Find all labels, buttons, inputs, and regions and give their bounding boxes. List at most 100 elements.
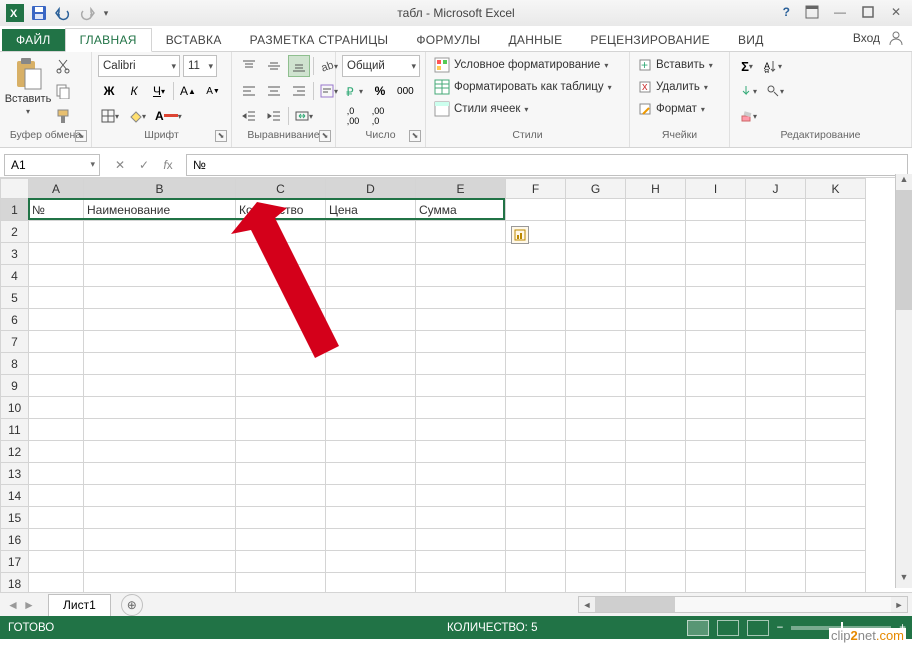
cell[interactable] xyxy=(626,441,686,463)
cell[interactable] xyxy=(566,199,626,221)
cell[interactable] xyxy=(416,265,506,287)
sheet-nav-prev-icon[interactable]: ◄ xyxy=(6,598,20,612)
cell[interactable] xyxy=(626,375,686,397)
cell[interactable] xyxy=(29,441,84,463)
cell[interactable] xyxy=(326,529,416,551)
clear-icon[interactable] xyxy=(736,105,760,127)
cell[interactable] xyxy=(236,375,326,397)
row-header[interactable]: 7 xyxy=(1,331,29,353)
cell[interactable] xyxy=(326,287,416,309)
cell[interactable] xyxy=(236,419,326,441)
cell[interactable] xyxy=(506,331,566,353)
cell[interactable]: Сумма xyxy=(416,199,506,221)
format-painter-icon[interactable] xyxy=(52,105,74,127)
cell[interactable] xyxy=(626,485,686,507)
cell[interactable] xyxy=(236,221,326,243)
cell[interactable] xyxy=(506,199,566,221)
cell[interactable] xyxy=(326,463,416,485)
cell[interactable] xyxy=(686,529,746,551)
cell[interactable] xyxy=(746,441,806,463)
cell[interactable] xyxy=(746,463,806,485)
fill-color-icon[interactable] xyxy=(125,105,149,127)
cell[interactable] xyxy=(746,331,806,353)
cell[interactable] xyxy=(746,397,806,419)
cell[interactable] xyxy=(506,353,566,375)
col-header[interactable]: K xyxy=(806,179,866,199)
cell[interactable] xyxy=(84,331,236,353)
cell[interactable] xyxy=(326,441,416,463)
cell[interactable] xyxy=(29,529,84,551)
cell[interactable] xyxy=(29,265,84,287)
select-all-corner[interactable] xyxy=(1,179,29,199)
cell[interactable] xyxy=(626,265,686,287)
fill-icon[interactable] xyxy=(736,80,760,102)
underline-button[interactable]: Ч▾ xyxy=(148,80,170,102)
grow-font-icon[interactable]: A▲ xyxy=(177,80,199,102)
cell[interactable] xyxy=(686,309,746,331)
col-header[interactable]: B xyxy=(84,179,236,199)
cell[interactable] xyxy=(84,419,236,441)
cell[interactable] xyxy=(806,309,866,331)
cell[interactable] xyxy=(326,243,416,265)
cell[interactable] xyxy=(236,551,326,573)
align-left-icon[interactable] xyxy=(238,80,260,102)
cell[interactable] xyxy=(416,375,506,397)
cut-icon[interactable] xyxy=(52,55,74,77)
sheet-nav-next-icon[interactable]: ► xyxy=(22,598,36,612)
cell[interactable] xyxy=(746,529,806,551)
cell[interactable] xyxy=(416,485,506,507)
cell[interactable] xyxy=(84,529,236,551)
cell[interactable] xyxy=(326,507,416,529)
cell[interactable] xyxy=(236,309,326,331)
cell[interactable] xyxy=(29,551,84,573)
cell[interactable] xyxy=(626,309,686,331)
row-header[interactable]: 5 xyxy=(1,287,29,309)
tab-insert[interactable]: ВСТАВКА xyxy=(152,29,236,51)
cell[interactable] xyxy=(506,243,566,265)
cell[interactable] xyxy=(686,199,746,221)
clipboard-dialog-icon[interactable]: ⬊ xyxy=(75,130,87,142)
view-pagebreak-icon[interactable] xyxy=(747,620,769,636)
cell[interactable] xyxy=(506,551,566,573)
format-as-table-button[interactable]: Форматировать как таблицу xyxy=(432,77,614,97)
tab-pagelayout[interactable]: РАЗМЕТКА СТРАНИЦЫ xyxy=(236,29,403,51)
cell[interactable] xyxy=(626,529,686,551)
cell[interactable] xyxy=(416,287,506,309)
row-header[interactable]: 13 xyxy=(1,463,29,485)
cell[interactable] xyxy=(506,419,566,441)
cell[interactable] xyxy=(746,353,806,375)
redo-icon[interactable] xyxy=(76,2,98,24)
col-header[interactable]: A xyxy=(29,179,84,199)
row-header[interactable]: 3 xyxy=(1,243,29,265)
tab-data[interactable]: ДАННЫЕ xyxy=(494,29,576,51)
cell[interactable] xyxy=(29,331,84,353)
cell[interactable] xyxy=(566,441,626,463)
align-top-icon[interactable] xyxy=(238,55,260,77)
cell[interactable] xyxy=(746,375,806,397)
cell[interactable] xyxy=(84,265,236,287)
cell[interactable] xyxy=(236,353,326,375)
fx-icon[interactable]: fx xyxy=(156,158,180,172)
formula-input[interactable]: № xyxy=(186,154,908,176)
row-header[interactable]: 11 xyxy=(1,419,29,441)
increase-indent-icon[interactable] xyxy=(263,105,285,127)
cell[interactable] xyxy=(806,419,866,441)
enter-icon[interactable]: ✓ xyxy=(132,158,156,172)
cancel-icon[interactable]: ✕ xyxy=(108,158,132,172)
increase-decimal-icon[interactable]: ,0,00 xyxy=(342,105,364,127)
cell[interactable] xyxy=(416,507,506,529)
cell[interactable] xyxy=(686,507,746,529)
cell[interactable] xyxy=(806,463,866,485)
find-select-icon[interactable] xyxy=(763,80,787,102)
align-bottom-icon[interactable] xyxy=(288,55,310,77)
cells-format-button[interactable]: Формат xyxy=(636,99,715,119)
cell[interactable] xyxy=(236,463,326,485)
cell[interactable] xyxy=(84,243,236,265)
cell[interactable] xyxy=(236,485,326,507)
cell[interactable] xyxy=(236,331,326,353)
cell[interactable] xyxy=(84,485,236,507)
cell[interactable] xyxy=(506,485,566,507)
row-header[interactable]: 6 xyxy=(1,309,29,331)
sort-filter-icon[interactable]: AЯ xyxy=(761,55,785,77)
cell[interactable] xyxy=(416,463,506,485)
